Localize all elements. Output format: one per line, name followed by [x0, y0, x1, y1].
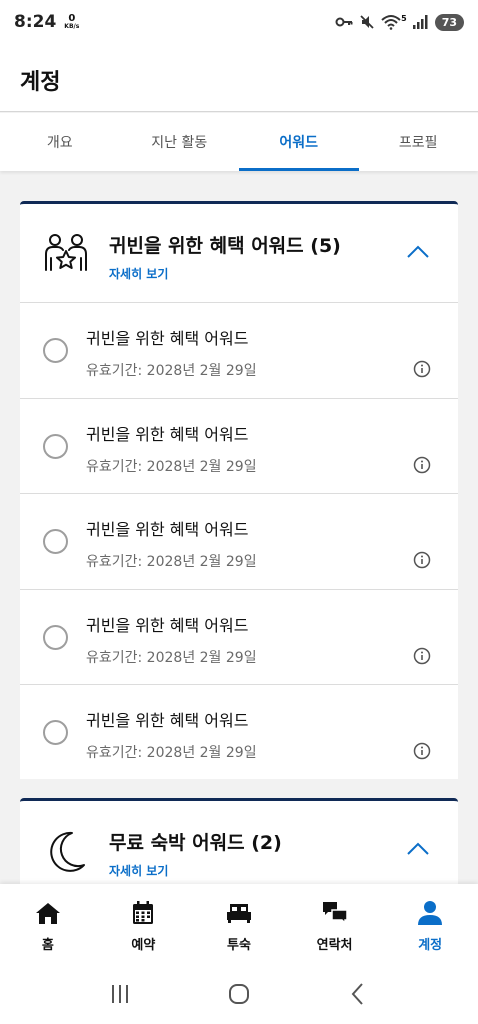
- view-details-link[interactable]: 자세히 보기: [109, 265, 168, 282]
- mute-icon: [360, 15, 374, 29]
- nav-reservations[interactable]: 예약: [96, 884, 192, 964]
- info-icon[interactable]: [413, 456, 431, 474]
- award-item[interactable]: 귀빈을 위한 혜택 어워드 유효기간: 2028년 2월 29일: [20, 590, 458, 685]
- page-title: 계정: [20, 70, 61, 95]
- tab-past-activity[interactable]: 지난 활동: [120, 113, 240, 171]
- nav-label: 예약: [131, 938, 156, 953]
- award-name: 귀빈을 위한 혜택 어워드: [86, 424, 249, 444]
- award-validity: 유효기간: 2028년 2월 29일: [86, 745, 257, 761]
- award-radio[interactable]: [43, 433, 68, 459]
- vip-people-icon: [45, 234, 87, 271]
- wifi-icon: [381, 15, 401, 30]
- moon-icon: [50, 831, 85, 872]
- award-group-vip: 귀빈을 위한 혜택 어워드 (5) 자세히 보기 귀빈을 위한 혜택 어워드 유…: [20, 201, 458, 779]
- calendar-icon: [133, 901, 154, 924]
- award-group-header[interactable]: 귀빈을 위한 혜택 어워드 (5) 자세히 보기: [20, 204, 458, 303]
- nav-label: 홈: [41, 938, 54, 953]
- status-bar: 8:24 0 KB/s 5 73: [0, 0, 478, 44]
- nav-label: 투숙: [227, 938, 251, 953]
- award-name: 귀빈을 위한 혜택 어워드: [86, 711, 249, 730]
- award-validity: 유효기간: 2028년 2월 29일: [86, 458, 257, 475]
- award-radio[interactable]: [43, 338, 68, 363]
- award-radio[interactable]: [43, 720, 68, 745]
- recent-apps-icon[interactable]: [106, 980, 134, 1008]
- network-speed: 0 KB/s: [64, 14, 79, 30]
- tab-overview[interactable]: 개요: [0, 113, 120, 171]
- key-icon: [335, 17, 353, 27]
- status-time: 8:24: [14, 12, 57, 32]
- chevron-up-icon[interactable]: [406, 841, 430, 857]
- home-button-icon[interactable]: [225, 980, 253, 1008]
- award-item[interactable]: 귀빈을 위한 혜택 어워드 유효기간: 2028년 2월 29일: [20, 494, 458, 590]
- tab-bar: 개요 지난 활동 어워드 프로필: [0, 113, 478, 171]
- system-nav-bar: [0, 964, 478, 1024]
- info-icon[interactable]: [413, 360, 431, 378]
- nav-label: 계정: [418, 938, 443, 953]
- award-validity: 유효기간: 2028년 2월 29일: [86, 363, 257, 379]
- award-group-title: 무료 숙박 어워드 (2): [109, 832, 282, 854]
- info-icon[interactable]: [413, 742, 431, 760]
- signal-label: 5: [401, 13, 407, 23]
- tab-awards[interactable]: 어워드: [239, 113, 359, 171]
- status-icons: 5 73: [335, 13, 464, 31]
- nav-stays[interactable]: 투숙: [191, 884, 287, 964]
- view-details-link[interactable]: 자세히 보기: [109, 862, 168, 879]
- nav-account[interactable]: 계정: [382, 884, 478, 964]
- award-radio[interactable]: [43, 529, 68, 554]
- home-icon: [35, 903, 60, 924]
- tab-profile[interactable]: 프로필: [359, 113, 478, 171]
- info-icon[interactable]: [413, 551, 431, 569]
- cell-signal-icon: [412, 15, 428, 29]
- nav-contact[interactable]: 연락처: [287, 884, 383, 964]
- award-radio[interactable]: [43, 624, 68, 650]
- award-group-free-night: 무료 숙박 어워드 (2) 자세히 보기: [20, 798, 458, 898]
- battery-indicator: 73: [434, 13, 464, 31]
- award-item[interactable]: 귀빈을 위한 혜택 어워드 유효기간: 2028년 2월 29일: [20, 685, 458, 781]
- bed-icon: [226, 904, 251, 923]
- award-validity: 유효기간: 2028년 2월 29일: [86, 649, 257, 666]
- award-item[interactable]: 귀빈을 위한 혜택 어워드 유효기간: 2028년 2월 29일: [20, 303, 458, 399]
- award-validity: 유효기간: 2028년 2월 29일: [86, 554, 257, 570]
- award-group-title: 귀빈을 위한 혜택 어워드 (5): [109, 235, 341, 257]
- nav-home[interactable]: 홈: [0, 884, 96, 964]
- app-header: 계정: [0, 44, 478, 112]
- person-icon: [418, 901, 443, 925]
- nav-label: 연락처: [316, 938, 353, 953]
- back-icon[interactable]: [344, 980, 372, 1008]
- award-name: 귀빈을 위한 혜택 어워드: [86, 329, 249, 348]
- info-icon[interactable]: [413, 647, 431, 665]
- award-name: 귀빈을 위한 혜택 어워드: [86, 520, 249, 539]
- bottom-nav: 홈 예약 투숙 연락처 계정: [0, 884, 478, 964]
- award-name: 귀빈을 위한 혜택 어워드: [86, 615, 249, 635]
- network-speed-unit: KB/s: [64, 23, 80, 30]
- chevron-up-icon[interactable]: [406, 244, 430, 260]
- award-item[interactable]: 귀빈을 위한 혜택 어워드 유효기간: 2028년 2월 29일: [20, 399, 458, 494]
- chat-icon: [322, 902, 348, 925]
